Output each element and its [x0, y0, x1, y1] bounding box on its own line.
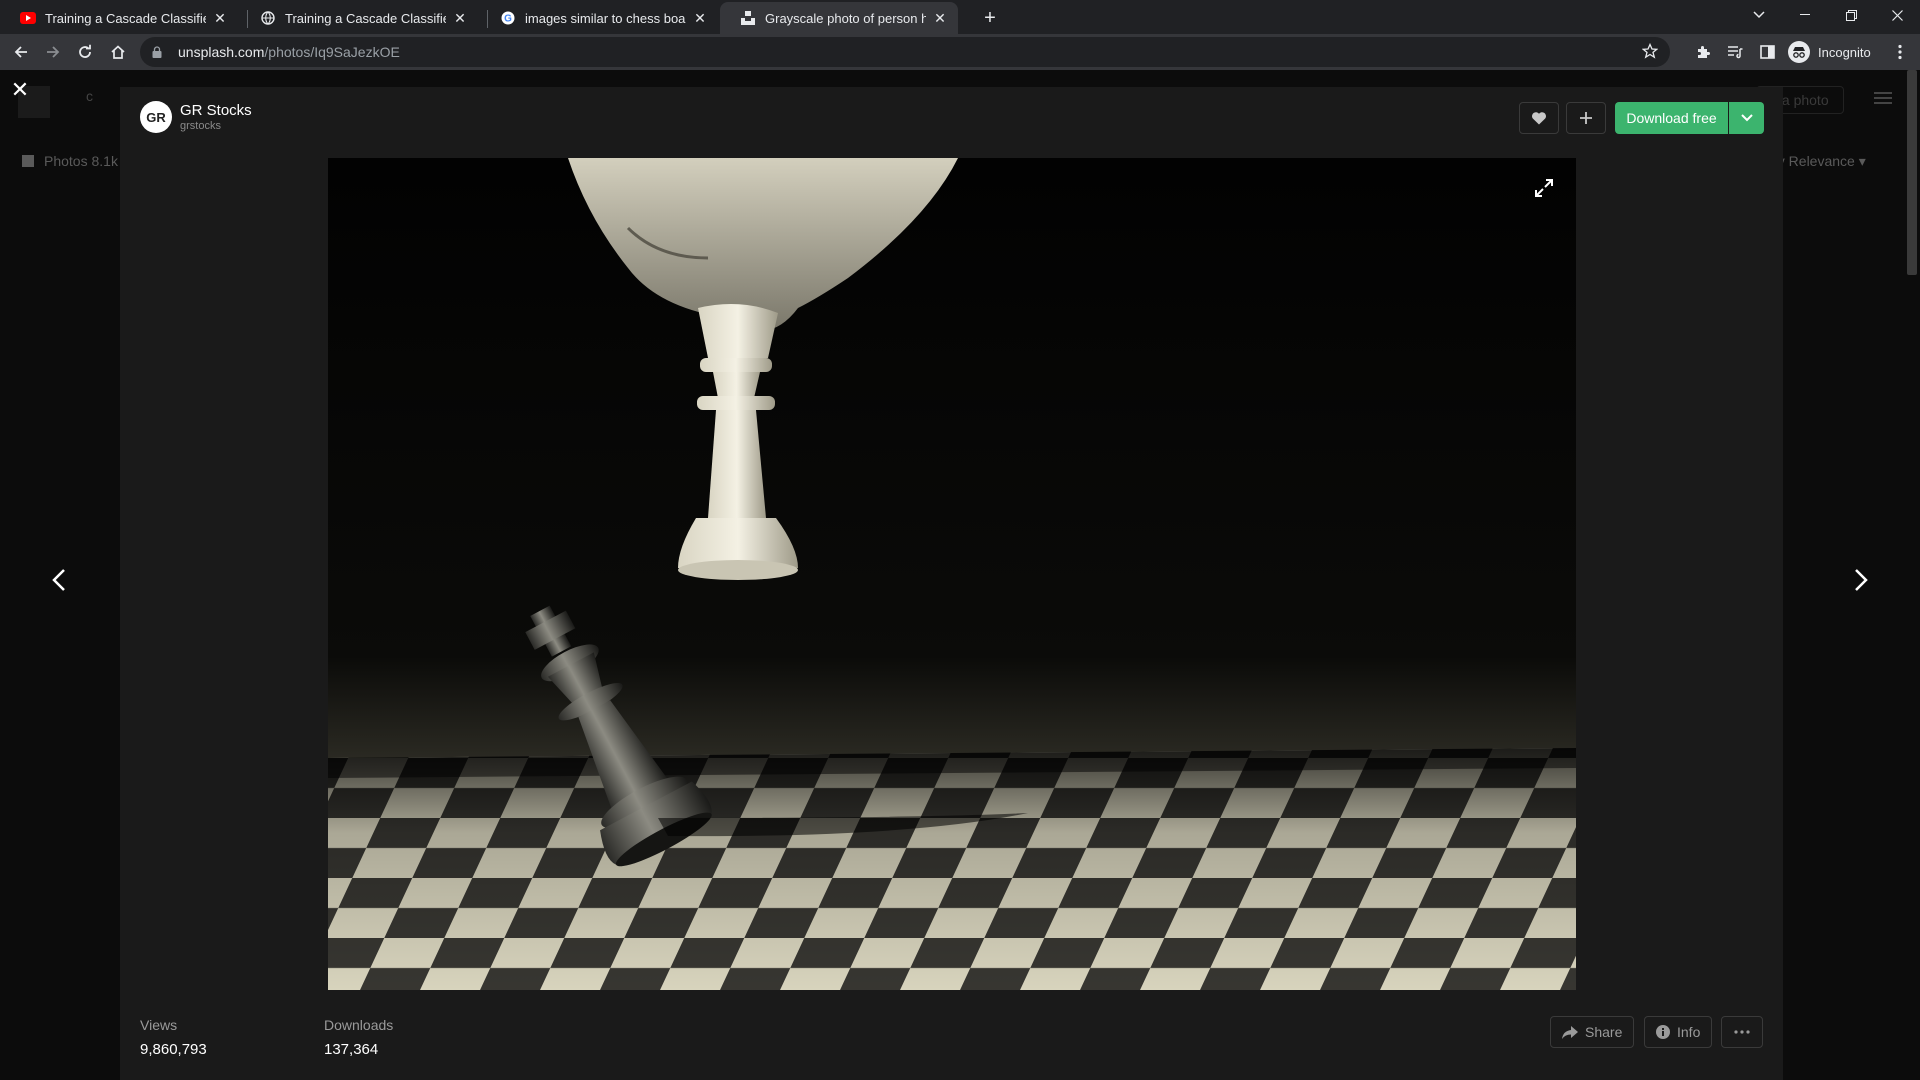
- main-photo[interactable]: [328, 158, 1576, 990]
- next-photo-icon[interactable]: [1846, 560, 1876, 600]
- url-host: unsplash.com: [178, 44, 265, 60]
- close-window-icon[interactable]: [1874, 0, 1920, 30]
- photo-modal: GR GR Stocks grstocks Download free View…: [120, 87, 1783, 1080]
- ellipsis-icon: [1734, 1030, 1750, 1034]
- info-button[interactable]: Info: [1644, 1016, 1713, 1048]
- tab-cascade-classifier-learn[interactable]: Training a Cascade Classifier - Le ✕: [240, 2, 478, 34]
- globe-icon: [260, 10, 276, 26]
- hamburger-menu-icon[interactable]: [1874, 92, 1892, 104]
- tab-unsplash-photo[interactable]: Grayscale photo of person holdin ✕: [720, 2, 958, 34]
- tab-title: Training a Cascade Classifier - Op: [45, 10, 206, 26]
- tab-title: Training a Cascade Classifier - Le: [285, 10, 446, 26]
- photos-tab[interactable]: Photos 8.1k: [22, 153, 118, 169]
- tab-close-icon[interactable]: ✕: [932, 10, 948, 26]
- home-icon[interactable]: [104, 38, 132, 66]
- unsplash-page: c it a photo Photos 8.1k by Relevance ▾ …: [0, 70, 1920, 1080]
- incognito-icon: [1788, 41, 1810, 63]
- reading-list-icon[interactable]: [1721, 38, 1749, 66]
- download-label: Download free: [1626, 110, 1717, 126]
- heart-icon: [1532, 112, 1546, 125]
- reload-icon[interactable]: [71, 38, 99, 66]
- tab-google-images[interactable]: G images similar to chess board - G ✕: [480, 2, 718, 34]
- tab-close-icon[interactable]: ✕: [692, 10, 708, 26]
- downloads-stat: Downloads 137,364: [324, 1016, 393, 1060]
- share-button[interactable]: Share: [1550, 1016, 1635, 1048]
- image-icon: [22, 155, 34, 167]
- chrome-menu-icon[interactable]: [1886, 38, 1914, 66]
- tab-close-icon[interactable]: ✕: [452, 10, 468, 26]
- forward-icon[interactable]: [39, 38, 67, 66]
- info-icon: [1656, 1025, 1670, 1039]
- views-value: 9,860,793: [140, 1041, 207, 1058]
- minimize-icon[interactable]: [1782, 0, 1828, 30]
- plus-icon: [1580, 112, 1592, 124]
- address-bar[interactable]: unsplash.com/photos/Iq9SaJezkOE: [140, 37, 1670, 67]
- new-tab-button[interactable]: +: [977, 6, 1003, 30]
- page-scrollbar[interactable]: [1904, 70, 1920, 1080]
- search-placeholder: c: [86, 88, 93, 104]
- incognito-label: Incognito: [1818, 44, 1871, 60]
- extensions-icon[interactable]: [1689, 38, 1717, 66]
- views-label: Views: [140, 1017, 178, 1033]
- close-modal-icon[interactable]: ✕: [10, 79, 30, 101]
- previous-photo-icon[interactable]: [44, 560, 74, 600]
- bookmark-star-icon[interactable]: [1641, 42, 1660, 61]
- info-label: Info: [1677, 1024, 1701, 1040]
- tab-cascade-classifier-youtube[interactable]: Training a Cascade Classifier - Op ✕: [0, 2, 238, 34]
- add-to-collection-button[interactable]: [1566, 102, 1606, 134]
- tab-close-icon[interactable]: ✕: [212, 10, 228, 26]
- chess-photo-image: [328, 158, 1576, 990]
- back-icon[interactable]: [7, 38, 35, 66]
- views-stat: Views 9,860,793: [140, 1016, 207, 1060]
- incognito-profile-button[interactable]: Incognito: [1788, 38, 1871, 66]
- avatar[interactable]: GR: [140, 101, 172, 133]
- downloads-value: 137,364: [324, 1041, 379, 1058]
- youtube-icon: [20, 10, 36, 26]
- like-button[interactable]: [1519, 102, 1559, 134]
- author-name[interactable]: GR Stocks: [180, 102, 252, 119]
- downloads-label: Downloads: [324, 1017, 394, 1033]
- side-panel-icon[interactable]: [1753, 38, 1781, 66]
- author-handle[interactable]: grstocks: [180, 119, 252, 133]
- google-icon: G: [500, 10, 516, 26]
- download-options-button[interactable]: [1729, 102, 1764, 134]
- photos-tab-label: Photos 8.1k: [44, 153, 118, 169]
- url-path: /photos/Iq9SaJezkOE: [264, 44, 400, 60]
- share-icon: [1562, 1025, 1578, 1039]
- browser-tab-strip: Training a Cascade Classifier - Op ✕ Tra…: [0, 0, 1920, 34]
- browser-toolbar: unsplash.com/photos/Iq9SaJezkOE Incognit…: [0, 34, 1920, 70]
- more-actions-button[interactable]: [1721, 1016, 1763, 1048]
- scrollbar-thumb[interactable]: [1907, 70, 1917, 275]
- author-info[interactable]: GR GR Stocks grstocks: [140, 101, 252, 133]
- chevron-down-icon: [1740, 114, 1753, 122]
- lock-icon[interactable]: [152, 45, 166, 59]
- expand-fullscreen-icon[interactable]: [1534, 178, 1556, 200]
- tab-title: Grayscale photo of person holdin: [765, 10, 926, 26]
- svg-text:G: G: [504, 14, 512, 25]
- download-free-button[interactable]: Download free: [1615, 102, 1728, 134]
- share-label: Share: [1585, 1024, 1623, 1040]
- unsplash-icon: [740, 10, 756, 26]
- sort-dropdown[interactable]: by Relevance ▾: [1770, 153, 1866, 170]
- tab-title: images similar to chess board - G: [525, 10, 686, 26]
- tab-search-icon[interactable]: [1736, 0, 1782, 30]
- restore-icon[interactable]: [1828, 0, 1874, 30]
